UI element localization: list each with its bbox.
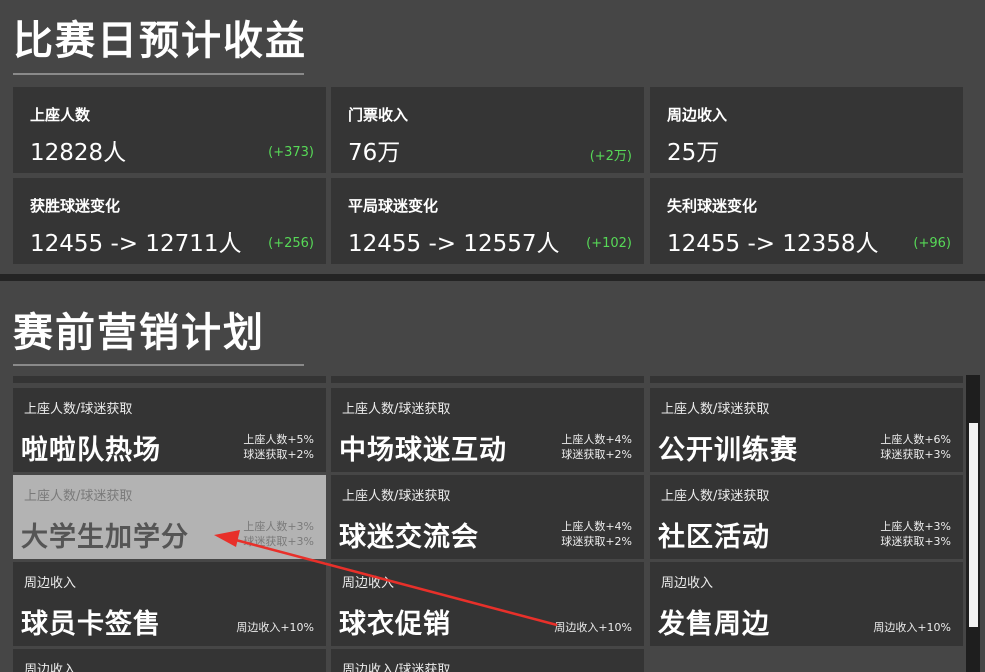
stat-label: 平局球迷变化 [348,197,439,215]
stat-delta: (+96) [913,236,951,251]
stat-value: 25万 [667,140,720,166]
card-category: 上座人数/球迷获取 [342,489,451,504]
card-category: 上座人数/球迷获取 [661,402,770,417]
card-name: 球员卡签售 [21,609,161,640]
card-effects: 周边收入+10% [554,621,632,634]
card-effects: 上座人数+4% 球迷获取+2% [561,433,632,461]
card-effects: 周边收入+10% [236,621,314,634]
card-category: 周边收入 [24,576,77,591]
card-name: 大学生加学分 [21,522,189,553]
stat-win-fans: 获胜球迷变化 12455 -> 12711人 (+256) [13,178,326,264]
card-name: 啦啦队热场 [21,435,161,466]
card-name: 球衣促销 [339,609,451,640]
card-effects: 周边收入+10% [873,621,951,634]
marketing-card-cheerleaders[interactable]: 上座人数/球迷获取 啦啦队热场 上座人数+5% 球迷获取+2% [13,388,326,472]
marketing-card-partial[interactable] [331,376,644,383]
stat-value: 12455 -> 12557人 [348,231,560,257]
stat-label: 门票收入 [348,106,409,124]
card-category: 周边收入 [342,576,395,591]
stat-delta: (+373) [268,145,314,160]
scrollbar-thumb[interactable] [969,423,978,627]
stat-ticket-revenue: 门票收入 76万 (+2万) [331,87,644,173]
marketing-card-player-card-signing[interactable]: 周边收入 球员卡签售 周边收入+10% [13,562,326,646]
stat-delta: (+256) [268,236,314,251]
marketing-card-partial-bottom[interactable]: 周边收入 [13,649,326,672]
card-effects: 上座人数+6% 球迷获取+3% [880,433,951,461]
marketing-card-fan-meetup[interactable]: 上座人数/球迷获取 球迷交流会 上座人数+4% 球迷获取+2% [331,475,644,559]
stat-label: 失利球迷变化 [667,197,758,215]
card-name: 中场球迷互动 [339,435,507,466]
card-effects: 上座人数+4% 球迷获取+2% [561,520,632,548]
stat-value: 12455 -> 12358人 [667,231,879,257]
card-effects: 上座人数+3% 球迷获取+3% [880,520,951,548]
card-effects: 上座人数+3% 球迷获取+3% [243,520,314,548]
marketing-card-partial[interactable] [13,376,326,383]
stat-merch-revenue: 周边收入 25万 [650,87,963,173]
marketing-card-community-event[interactable]: 上座人数/球迷获取 社区活动 上座人数+3% 球迷获取+3% [650,475,963,559]
marketing-card-halftime-interaction[interactable]: 上座人数/球迷获取 中场球迷互动 上座人数+4% 球迷获取+2% [331,388,644,472]
stat-value: 12828人 [30,140,127,166]
card-category: 上座人数/球迷获取 [342,402,451,417]
card-category: 上座人数/球迷获取 [24,489,133,504]
card-category: 周边收入/球迷获取 [342,663,451,672]
stat-label: 上座人数 [30,106,91,124]
marketing-card-open-training[interactable]: 上座人数/球迷获取 公开训练赛 上座人数+6% 球迷获取+3% [650,388,963,472]
card-category: 周边收入 [661,576,714,591]
card-category: 周边收入 [24,663,77,672]
card-name: 社区活动 [658,522,770,553]
card-category: 上座人数/球迷获取 [24,402,133,417]
section-divider [0,274,985,281]
card-name: 公开训练赛 [658,435,798,466]
marketing-title: 赛前营销计划 [13,310,265,356]
stat-attendance: 上座人数 12828人 (+373) [13,87,326,173]
marketing-card-partial-bottom[interactable]: 周边收入/球迷获取 [331,649,644,672]
stat-label: 获胜球迷变化 [30,197,121,215]
revenue-title-underline [13,73,304,75]
stat-delta: (+102) [586,236,632,251]
stat-delta: (+2万) [589,149,632,164]
stat-value: 12455 -> 12711人 [30,231,242,257]
marketing-title-underline [13,364,304,366]
marketing-card-merch-release[interactable]: 周边收入 发售周边 周边收入+10% [650,562,963,646]
marketing-card-student-credits[interactable]: 上座人数/球迷获取 大学生加学分 上座人数+3% 球迷获取+3% [13,475,326,559]
stat-value: 76万 [348,140,401,166]
stat-draw-fans: 平局球迷变化 12455 -> 12557人 (+102) [331,178,644,264]
card-effects: 上座人数+5% 球迷获取+2% [243,433,314,461]
card-name: 发售周边 [658,609,770,640]
marketing-card-jersey-promo[interactable]: 周边收入 球衣促销 周边收入+10% [331,562,644,646]
stat-loss-fans: 失利球迷变化 12455 -> 12358人 (+96) [650,178,963,264]
revenue-title: 比赛日预计收益 [13,18,307,64]
card-category: 上座人数/球迷获取 [661,489,770,504]
card-name: 球迷交流会 [339,522,479,553]
stat-label: 周边收入 [667,106,728,124]
marketing-card-partial[interactable] [650,376,963,383]
